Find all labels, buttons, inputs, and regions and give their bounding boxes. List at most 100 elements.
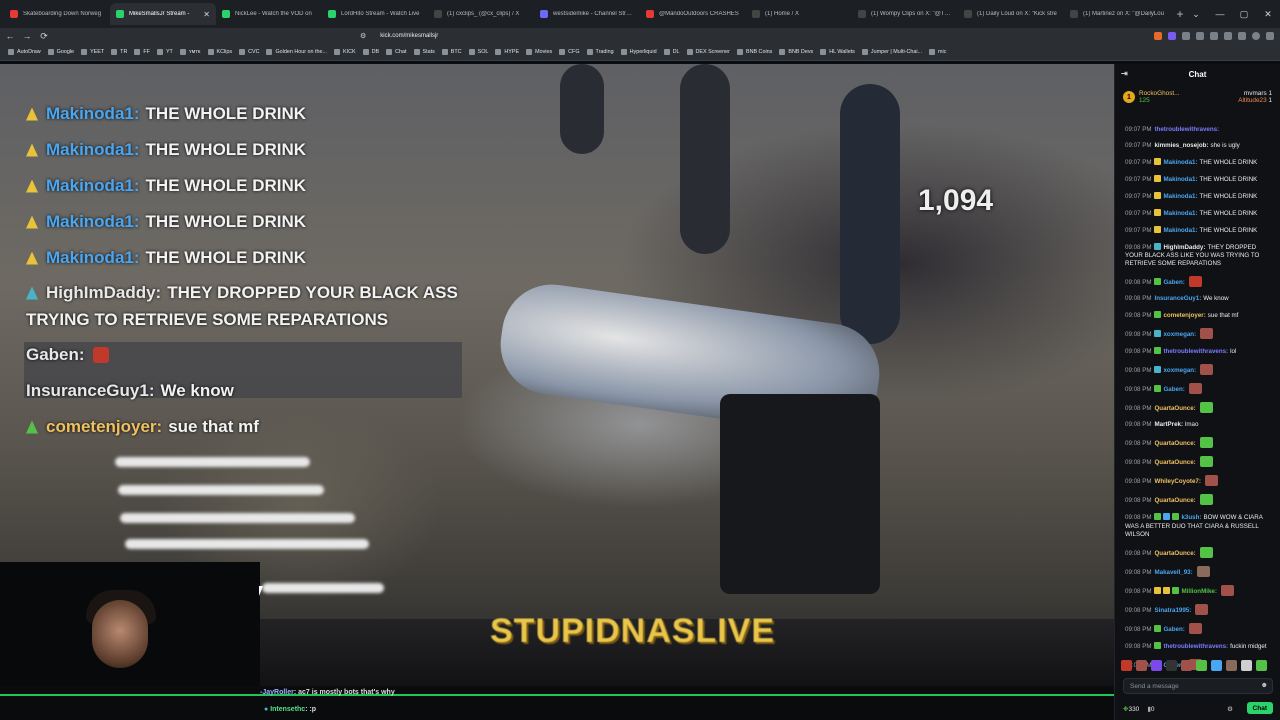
extension-icon[interactable]	[1182, 32, 1190, 40]
chat-message[interactable]: 09:08 PM InsuranceGuy1: We know	[1125, 295, 1275, 303]
chat-message[interactable]: 09:08 PM Makavell_93:	[1125, 565, 1275, 577]
message-username[interactable]: Makinoda1:	[1163, 193, 1197, 200]
extension-icon[interactable]	[1210, 32, 1218, 40]
browser-tab[interactable]: MikeSmallsJr Stream - ✕	[110, 3, 216, 25]
progress-bar[interactable]	[0, 694, 1114, 696]
chat-message[interactable]: 09:08 PM Gaben:	[1125, 276, 1275, 288]
settings-icon[interactable]: ⚙	[1227, 705, 1233, 713]
chat-message[interactable]: 09:08 PM Gaben:	[1125, 622, 1275, 634]
message-username[interactable]: Gaben:	[1163, 386, 1184, 393]
emote-icon[interactable]	[1226, 660, 1237, 671]
back-button[interactable]: ←	[3, 28, 17, 44]
close-tab-icon[interactable]: ✕	[203, 10, 210, 19]
emote-icon[interactable]	[1211, 660, 1222, 671]
extension-icon[interactable]	[1238, 32, 1246, 40]
reload-button[interactable]: ⟳	[37, 28, 51, 44]
bookmark-item[interactable]: Chat	[386, 49, 407, 55]
bookmark-item[interactable]: YT	[156, 49, 173, 55]
message-username[interactable]: InsuranceGuy1:	[1154, 295, 1201, 302]
chat-message[interactable]: 09:08 PM k3ush: BOW WOW & CIARA WAS A BETT…	[1125, 513, 1275, 539]
chat-message[interactable]: 09:07 PM Makinoda1: THE WHOLE DRINK	[1125, 226, 1275, 235]
message-username[interactable]: kimmies_nosejob:	[1154, 142, 1208, 149]
emote-icon[interactable]	[1196, 660, 1207, 671]
chat-message[interactable]: 09:08 PM Sinatra1995:	[1125, 603, 1275, 615]
chat-message[interactable]: 09:08 PM Gaben:	[1125, 383, 1275, 395]
message-username[interactable]: Makinoda1:	[1163, 159, 1197, 166]
close-window-button[interactable]: ✕	[1256, 0, 1280, 28]
bookmark-item[interactable]: ʏᴍᴛᴋ	[179, 49, 201, 55]
tab-search-button[interactable]: ⌄	[1184, 0, 1208, 28]
message-username[interactable]: Gaben:	[1163, 626, 1184, 633]
channel-points[interactable]: 330	[1128, 706, 1139, 713]
browser-tab[interactable]: Skateboarding Down Norweg	[4, 3, 110, 25]
browser-tab[interactable]: (1) Home / X	[746, 3, 852, 25]
bookmark-item[interactable]: DEX Screener	[686, 49, 730, 55]
bookmark-item[interactable]: YEET	[81, 49, 104, 55]
message-username[interactable]: thetroublewithravens:	[1154, 126, 1219, 133]
browser-tab[interactable]: (1) cxclips_ (@cx_clips) / X	[428, 3, 534, 25]
extension-icon[interactable]	[1154, 32, 1162, 40]
message-username[interactable]: QuartaOunce:	[1154, 459, 1195, 466]
emote-icon[interactable]	[1121, 660, 1132, 671]
bookmark-item[interactable]: BNB Coins	[736, 49, 772, 55]
browser-tab[interactable]: LordHito Stream - Watch Live	[322, 3, 428, 25]
bookmark-item[interactable]: SOL	[468, 49, 488, 55]
chat-message[interactable]: 09:07 PM kimmies_nosejob: she is ugly	[1125, 142, 1275, 150]
browser-tab[interactable]: (1) Wompy Clips on X: "@Troy	[852, 3, 958, 25]
emote-icon[interactable]	[1166, 660, 1177, 671]
send-chat-button[interactable]: Chat	[1246, 702, 1273, 714]
url-text[interactable]: kick.com/mikesmallsjr	[380, 33, 438, 39]
bookmark-item[interactable]: mic	[929, 49, 946, 55]
message-username[interactable]: Makinoda1:	[1163, 227, 1197, 234]
chat-message[interactable]: 09:07 PM Makinoda1: THE WHOLE DRINK	[1125, 175, 1275, 184]
message-username[interactable]: thetroublewithravens:	[1163, 643, 1228, 650]
chat-message[interactable]: 09:08 PM thetroublewithravens: lol	[1125, 347, 1275, 356]
collapse-chat-icon[interactable]: ⇥	[1121, 69, 1128, 78]
browser-tab[interactable]: (1) Martinez on X: "@DailyLou	[1064, 3, 1170, 25]
chat-message[interactable]: 09:08 PM MillionMike:	[1125, 584, 1275, 596]
chat-message-input[interactable]: Send a message ☻	[1123, 678, 1273, 694]
emote-icon[interactable]	[1151, 660, 1162, 671]
message-username[interactable]: MillionMike:	[1181, 588, 1216, 595]
chat-message[interactable]: 09:07 PM Makinoda1: THE WHOLE DRINK	[1125, 192, 1275, 201]
message-username[interactable]: Makavell_93:	[1154, 569, 1192, 576]
chat-message[interactable]: 09:08 PM QuartaOunce:	[1125, 546, 1275, 558]
bookmark-item[interactable]: Movies	[526, 49, 552, 55]
menu-icon[interactable]	[1266, 32, 1274, 40]
extension-icon[interactable]	[1168, 32, 1176, 40]
chat-message[interactable]: 09:08 PM QuartaOunce:	[1125, 456, 1275, 468]
chat-message[interactable]: 09:08 PM xoxmegan:	[1125, 364, 1275, 376]
bookmark-item[interactable]: HYPE	[495, 49, 519, 55]
emote-icon[interactable]	[1241, 660, 1252, 671]
chat-message[interactable]: 09:08 PM QuartaOunce:	[1125, 402, 1275, 414]
bookmark-item[interactable]: DB	[362, 49, 379, 55]
chat-message[interactable]: 09:08 PM cometenjoyer: sue that mf	[1125, 311, 1275, 320]
chat-messages[interactable]: 09:07 PM thetroublewithravens: 09:07 PM kim…	[1115, 126, 1280, 674]
message-username[interactable]: QuartaOunce:	[1154, 405, 1195, 412]
bookmark-item[interactable]: CVC	[239, 49, 259, 55]
bookmark-item[interactable]: Hyperliquid	[620, 49, 657, 55]
message-username[interactable]: Gaben:	[1163, 279, 1184, 286]
chat-message[interactable]: 09:07 PM Makinoda1: THE WHOLE DRINK	[1125, 158, 1275, 167]
bookmark-item[interactable]: AutoDraw	[8, 49, 41, 55]
message-username[interactable]: xoxmegan:	[1163, 331, 1196, 338]
bookmark-item[interactable]: TR	[111, 49, 127, 55]
bookmark-item[interactable]: Trading	[586, 49, 614, 55]
maximize-button[interactable]: ▢	[1232, 0, 1256, 28]
bookmark-item[interactable]: Stats	[413, 49, 435, 55]
message-username[interactable]: MartPrek:	[1154, 421, 1183, 428]
message-username[interactable]: k3ush:	[1181, 514, 1201, 521]
profile-icon[interactable]	[1252, 32, 1260, 40]
message-username[interactable]: cometenjoyer:	[1163, 312, 1205, 319]
message-username[interactable]: Sinatra1995:	[1154, 607, 1191, 614]
bookmark-item[interactable]: Jumper | Multi-Chai...	[861, 49, 922, 55]
message-username[interactable]: Makinoda1:	[1163, 176, 1197, 183]
bookmark-item[interactable]: CFG	[559, 49, 580, 55]
extension-icon[interactable]	[1224, 32, 1232, 40]
bookmark-item[interactable]: BNB Devs	[779, 49, 813, 55]
chat-message[interactable]: 09:08 PM xoxmegan:	[1125, 328, 1275, 340]
emote-icon[interactable]	[1181, 660, 1192, 671]
extension-icon[interactable]	[1196, 32, 1204, 40]
chat-message[interactable]: 09:08 PM WhileyCoyote7:	[1125, 475, 1275, 487]
message-username[interactable]: QuartaOunce:	[1154, 497, 1195, 504]
